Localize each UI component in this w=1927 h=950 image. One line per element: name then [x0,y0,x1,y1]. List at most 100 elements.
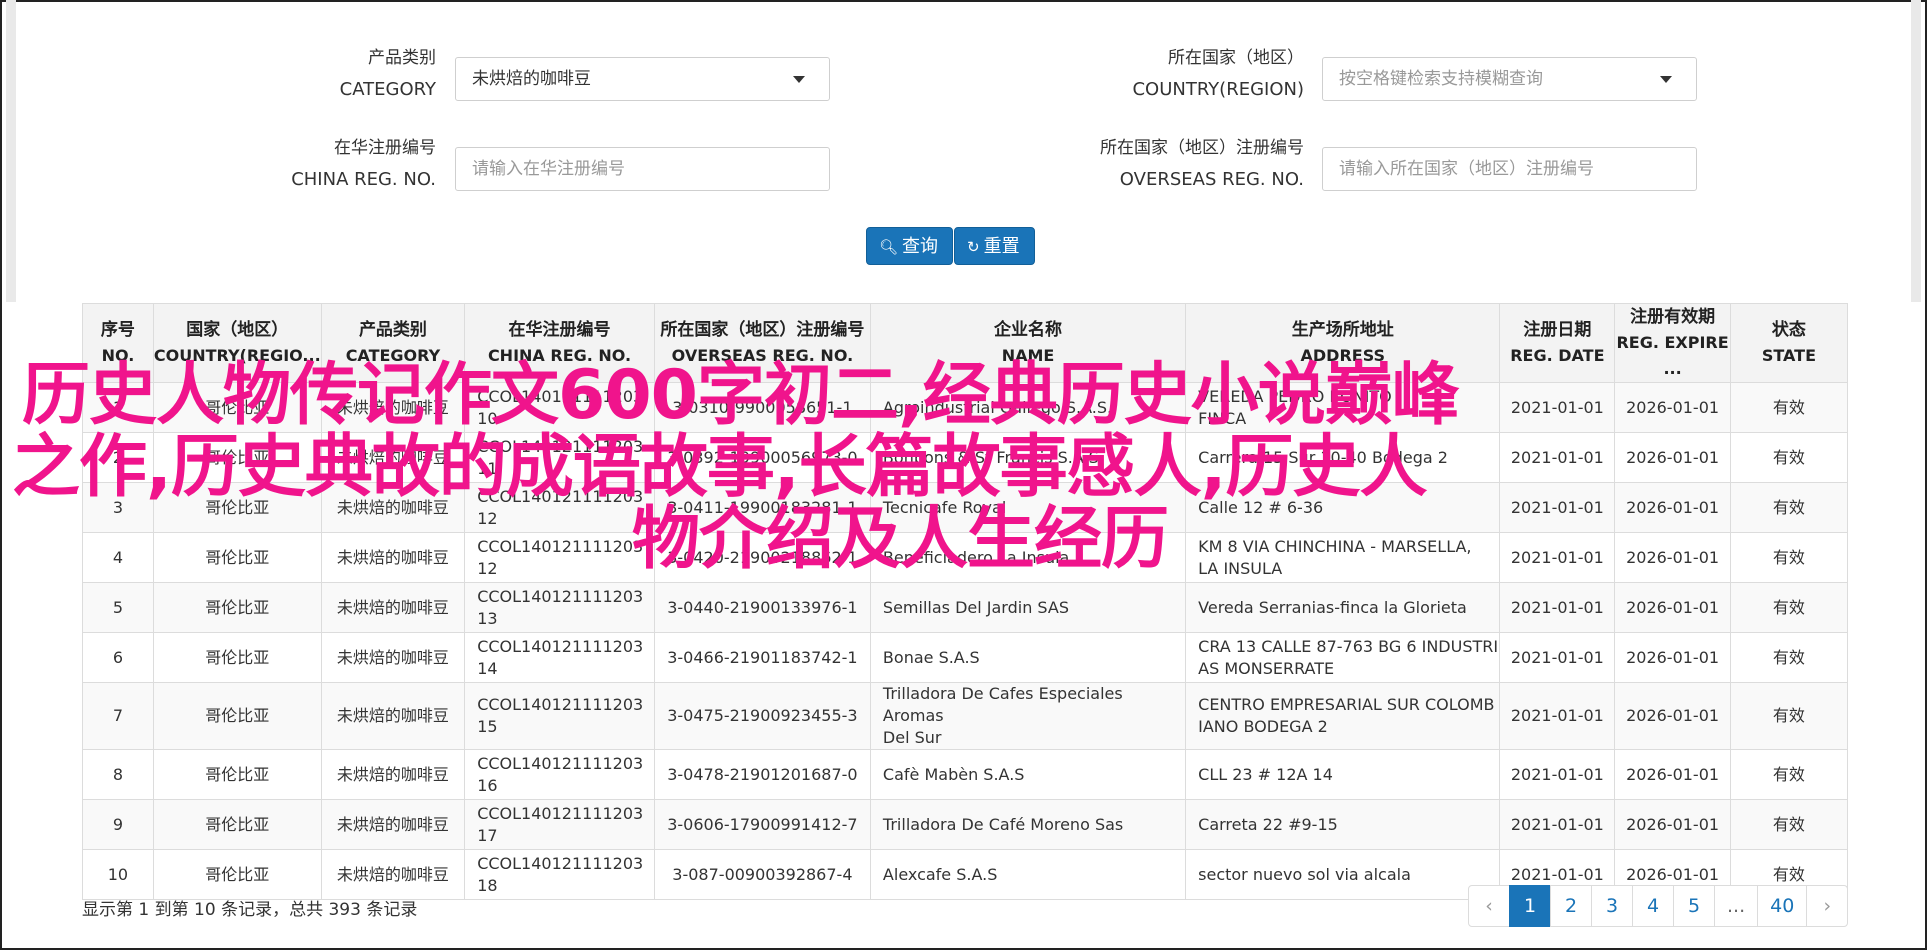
cell-category: 未烘焙的咖啡豆 [320,532,466,583]
country-select[interactable]: 按空格键检索支持模糊查询 [1322,57,1697,101]
cell-address: CENTRO EMPRESARIAL SUR COLOMB IANO BODEG… [1185,682,1501,750]
cell-reg-date: 2021-01-01 [1499,482,1616,533]
cell-address: sector nuevo sol via alcala [1185,849,1501,900]
cell-expire: 2026-01-01 [1614,749,1731,800]
cell-expire: 2026-01-01 [1614,532,1731,583]
china-reg-placeholder: 请输入在华注册编号 [472,159,625,179]
column-header[interactable]: 所在国家（地区）注册编号 OVERSEAS REG. NO. [653,303,871,383]
search-button[interactable]: 🔍︎ 查询 [866,227,954,265]
table-row[interactable]: 2 哥伦比亚 未烘焙的咖啡豆 CCOL140121111203 11 3-0392-19… [82,432,1849,483]
column-header[interactable]: 状态 STATE [1729,303,1849,383]
cell-overseas-reg: 3-0475-21900923455-3 [653,682,871,750]
cell-name: Alexcafe S.A.S [869,849,1187,900]
table-body: 1 哥伦比亚 未烘焙的咖啡豆 CCOL140121111203 10 3-0310-99… [82,382,1849,900]
cell-category: 未烘焙的咖啡豆 [320,382,466,433]
column-header-en: COUNTRY(REGIO... [153,346,321,365]
cell-expire: 2026-01-01 [1614,582,1731,633]
cell-address: Carreta 22 #9-15 [1185,799,1501,850]
cell-address: Vereda Serranias-finca la Glorieta [1185,582,1501,633]
table-row[interactable]: 6 哥伦比亚 未烘焙的咖啡豆 CCOL140121111203 14 3-0466-21… [82,632,1849,683]
china-reg-label-en: CHINA REG. NO. [291,169,436,190]
results-table: 序号 NO. 国家（地区） COUNTRY(REGIO... 产品类别 CATEGORY 在… [82,303,1849,900]
cell-state: 有效 [1729,799,1849,850]
cell-state: 有效 [1729,582,1849,633]
table-row[interactable]: 7 哥伦比亚 未烘焙的咖啡豆 CCOL140121111203 15 3-0475-21… [82,682,1849,750]
prev-page-button[interactable]: ‹ [1468,885,1510,927]
page-3[interactable]: 3 [1591,885,1633,927]
cell-overseas-reg: 3-0420-21900218862-1 [653,532,871,583]
cell-no: 10 [82,849,154,900]
column-header-cn: 注册日期 [1523,320,1592,340]
page-5[interactable]: 5 [1673,885,1715,927]
column-header-en: STATE [1761,346,1816,365]
cell-china-reg: CCOL140121111203 10 [464,382,655,433]
cell-country: 哥伦比亚 [152,432,322,483]
cell-china-reg: CCOL140121111203 16 [464,749,655,800]
cell-name: Tecnicafe Royal [869,482,1187,533]
column-header[interactable]: 生产场所地址 ADDRESS [1185,303,1501,383]
column-header[interactable]: 序号 NO. [82,303,154,383]
cell-reg-date: 2021-01-01 [1499,632,1616,683]
cell-name: Trilladora De Café Moreno Sas [869,799,1187,850]
cell-state: 有效 [1729,382,1849,433]
page-40[interactable]: 40 [1757,885,1808,927]
cell-address: KM 8 VIA CHINCHINA - MARSELLA, LA INSULA [1185,532,1501,583]
left-scroll-gutter [6,0,16,302]
cell-reg-date: 2021-01-01 [1499,799,1616,850]
column-header-en: NO. [101,346,135,365]
overseas-reg-placeholder: 请输入所在国家（地区）注册编号 [1339,159,1594,179]
table-row[interactable]: 8 哥伦比亚 未烘焙的咖啡豆 CCOL140121111203 16 3-0478-21… [82,749,1849,800]
table-row[interactable]: 1 哥伦比亚 未烘焙的咖啡豆 CCOL140121111203 10 3-0310-99… [82,382,1849,433]
china-reg-input[interactable]: 请输入在华注册编号 [455,147,830,191]
cell-reg-date: 2021-01-01 [1499,749,1616,800]
overseas-reg-input[interactable]: 请输入所在国家（地区）注册编号 [1322,147,1697,191]
cell-country: 哥伦比亚 [152,682,322,750]
cell-china-reg: CCOL140121111203 14 [464,632,655,683]
column-header[interactable]: 注册日期 REG. DATE [1499,303,1616,383]
column-header[interactable]: 注册有效期 REG. EXPIRE ... [1614,303,1731,383]
cell-overseas-reg: 3-0478-21901201687-0 [653,749,871,800]
cell-china-reg: CCOL140121111203 13 [464,582,655,633]
column-header-cn: 国家（地区） [186,320,289,340]
table-row[interactable]: 5 哥伦比亚 未烘焙的咖啡豆 CCOL140121111203 13 3-0440-21… [82,582,1849,633]
cell-expire: 2026-01-01 [1614,482,1731,533]
page-2[interactable]: 2 [1550,885,1592,927]
column-header[interactable]: 国家（地区） COUNTRY(REGIO... [152,303,322,383]
page-ellipsis: ... [1714,885,1759,927]
cell-china-reg: CCOL140121111203 12 [464,532,655,583]
reset-button[interactable]: ↻ 重置 [954,227,1035,265]
cell-country: 哥伦比亚 [152,382,322,433]
table-row[interactable]: 4 哥伦比亚 未烘焙的咖啡豆 CCOL140121111203 12 3-0420-21… [82,532,1849,583]
cell-address: Calle 12 # 6-36 [1185,482,1501,533]
column-header-en: REG. EXPIRE ... [1616,333,1729,378]
category-select[interactable]: 未烘焙的咖啡豆 [455,57,830,101]
cell-china-reg: CCOL140121111203 17 [464,799,655,850]
page-1[interactable]: 1 [1509,885,1551,927]
search-button-label: 查询 [902,236,939,257]
column-header[interactable]: 在华注册编号 CHINA REG. NO. [464,303,655,383]
column-header-en: ADDRESS [1300,346,1386,365]
cell-category: 未烘焙的咖啡豆 [320,632,466,683]
column-header-cn: 序号 [100,320,135,340]
cell-china-reg: CCOL140121111203 15 [464,682,655,750]
cell-country: 哥伦比亚 [152,482,322,533]
next-page-button[interactable]: › [1806,885,1849,927]
overseas-reg-label-en: OVERSEAS REG. NO. [1119,169,1304,190]
cell-reg-date: 2021-01-01 [1499,382,1616,433]
column-header[interactable]: 产品类别 CATEGORY [320,303,466,383]
china-reg-label: 在华注册编号 CHINA REG. NO. [250,132,436,196]
cell-country: 哥伦比亚 [152,749,322,800]
cell-expire: 2026-01-01 [1614,382,1731,433]
cell-name: Bonae S.A.S [869,632,1187,683]
cell-overseas-reg: 3-0466-21901183742-1 [653,632,871,683]
column-header[interactable]: 企业名称 NAME [869,303,1187,383]
table-row[interactable]: 3 哥伦比亚 未烘焙的咖啡豆 CCOL140121111203 12 3-0411-19… [82,482,1849,533]
cell-overseas-reg: 3-0606-17900991412-7 [653,799,871,850]
cell-category: 未烘焙的咖啡豆 [320,432,466,483]
cell-name: Bonbons & St Francis S.A.S. [869,432,1187,483]
column-header-en: CHINA REG. NO. [487,346,632,365]
table-row[interactable]: 9 哥伦比亚 未烘焙的咖啡豆 CCOL140121111203 17 3-0606-17… [82,799,1849,850]
cell-state: 有效 [1729,482,1849,533]
cell-no: 6 [82,632,154,683]
page-4[interactable]: 4 [1632,885,1674,927]
